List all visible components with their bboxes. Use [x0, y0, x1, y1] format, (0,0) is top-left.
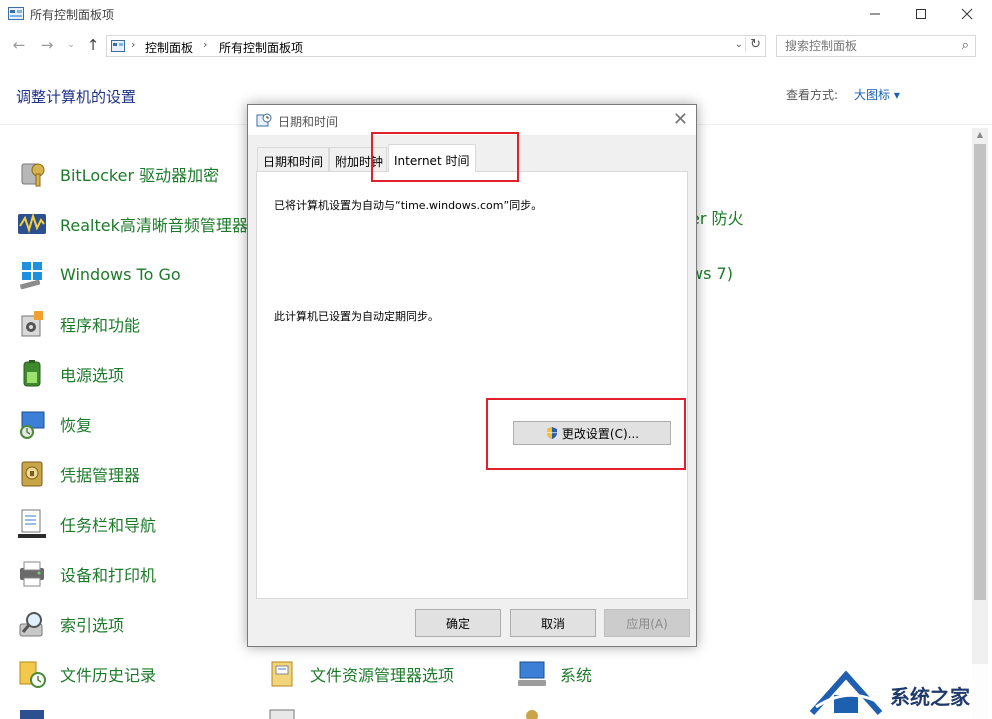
date-time-dialog: 日期和时间 ✕ 日期和时间 附加时钟 Internet 时间 已将计算机设置为自…: [247, 104, 697, 647]
back-arrow-icon[interactable]: ←: [10, 36, 28, 54]
user-accounts-icon: [526, 710, 538, 719]
watermark: 系统之家: [800, 664, 992, 719]
minimize-icon: [870, 13, 880, 15]
item-label: BitLocker 驱动器加密: [60, 166, 220, 185]
minimize-button[interactable]: [852, 0, 898, 28]
control-panel-window: 所有控制面板项 ← → ⌄ ↑ › 控制面板 › 所有控制面板项 ⌄ ↻ ⌕ 调…: [0, 0, 992, 719]
auto-sync-text: 此计算机已设置为自动定期同步。: [274, 310, 439, 323]
item-indexing-options[interactable]: 索引选项: [16, 608, 124, 640]
maximize-icon: [916, 9, 926, 19]
close-icon[interactable]: ✕: [673, 109, 688, 130]
address-bar[interactable]: › 控制面板 › 所有控制面板项 ⌄ ↻: [106, 35, 766, 57]
view-by-dropdown[interactable]: 大图标 ▾: [854, 86, 900, 103]
credential-manager-icon: [21, 461, 43, 487]
recovery-icon: [20, 411, 45, 439]
button-highlight-box: [486, 398, 686, 470]
breadcrumb-separator-icon: ›: [203, 38, 208, 51]
item-label: 凭据管理器: [60, 466, 141, 485]
item-label: 系统: [560, 666, 593, 685]
house-logo-icon: [809, 670, 883, 716]
forward-arrow-icon[interactable]: →: [38, 36, 56, 54]
scrollbar-thumb[interactable]: [974, 144, 986, 600]
item-label: 索引选项: [60, 616, 125, 635]
sync-status-text: 已将计算机设置为自动与“time.windows.com”同步。: [274, 199, 543, 212]
item-label: Realtek高清晰音频管理器: [60, 216, 248, 235]
indexing-options-icon: [19, 612, 43, 637]
item-label: 电源选项: [60, 366, 125, 385]
control-panel-icon: [111, 40, 125, 52]
item-label: 文件资源管理器选项: [310, 666, 455, 685]
devices-printers-icon: [20, 561, 44, 587]
power-options-icon: [23, 360, 41, 387]
recent-chevron-icon[interactable]: ⌄: [62, 36, 80, 54]
breadcrumb-separator-icon: ›: [131, 38, 136, 51]
item-credential-manager[interactable]: 凭据管理器: [16, 458, 140, 490]
item-label: 恢复: [60, 416, 93, 435]
search-icon[interactable]: ⌕: [962, 38, 969, 53]
cancel-button[interactable]: 取消: [510, 609, 596, 637]
item-label: 任务栏和导航: [60, 516, 157, 535]
item-system[interactable]: 系统: [516, 658, 592, 690]
control-panel-icon: [8, 7, 24, 20]
refresh-icon[interactable]: ↻: [745, 37, 761, 52]
item-file-explorer-options[interactable]: 文件资源管理器选项: [266, 658, 454, 690]
file-explorer-options-icon: [271, 661, 293, 687]
breadcrumb-all-items[interactable]: 所有控制面板项: [219, 39, 303, 56]
close-button[interactable]: [944, 0, 990, 28]
breadcrumb-control-panel[interactable]: 控制面板: [145, 39, 193, 56]
ok-button[interactable]: 确定: [415, 609, 501, 637]
item-label: 设备和打印机: [60, 566, 157, 585]
display-icon: [269, 709, 295, 719]
item-file-history[interactable]: 文件历史记录: [16, 658, 156, 690]
page-heading: 调整计算机的设置: [16, 88, 137, 106]
maximize-button[interactable]: [898, 0, 944, 28]
tab-highlight-box: [371, 132, 519, 182]
scroll-up-arrow-icon[interactable]: ▲: [972, 128, 988, 142]
item-label: Windows To Go: [60, 264, 181, 284]
file-history-icon: [19, 661, 46, 688]
device-manager-icon: [20, 710, 44, 719]
taskbar-navigation-icon: [18, 509, 46, 538]
realtek-audio-icon: [18, 212, 46, 234]
item-recovery[interactable]: 恢复: [16, 408, 92, 440]
close-icon: [961, 8, 973, 20]
clock-icon: [256, 113, 272, 127]
apply-button[interactable]: 应用(A): [604, 609, 690, 637]
item-firewall-partial[interactable]: er 防火: [690, 205, 744, 229]
item-partial-bottom[interactable]: [16, 706, 60, 719]
search-box[interactable]: ⌕: [776, 35, 976, 57]
dialog-title-bar: 日期和时间 ✕: [248, 105, 696, 135]
item-taskbar-navigation[interactable]: 任务栏和导航: [16, 508, 156, 540]
item-partial-bottom[interactable]: [516, 706, 560, 719]
bitlocker-icon: [21, 163, 45, 187]
item-label: 程序和功能: [60, 316, 141, 335]
item-bitlocker[interactable]: BitLocker 驱动器加密: [16, 158, 219, 190]
item-partial-bottom[interactable]: [266, 706, 310, 719]
programs-features-icon: [21, 311, 43, 337]
item-programs-features[interactable]: 程序和功能: [16, 308, 140, 340]
title-bar: 所有控制面板项: [0, 0, 992, 28]
dialog-title: 日期和时间: [278, 115, 339, 129]
system-icon: [518, 661, 546, 686]
address-dropdown-icon[interactable]: ⌄: [735, 39, 743, 50]
item-realtek-audio[interactable]: Realtek高清晰音频管理器: [16, 208, 248, 240]
item-windows-to-go[interactable]: Windows To Go: [16, 258, 181, 290]
watermark-text: 系统之家: [890, 685, 970, 709]
up-arrow-icon[interactable]: ↑: [84, 36, 102, 54]
windows-to-go-icon: [20, 262, 42, 290]
item-power-options[interactable]: 电源选项: [16, 358, 124, 390]
search-input[interactable]: [777, 36, 947, 56]
item-label: 文件历史记录: [60, 666, 157, 685]
tab-date-time[interactable]: 日期和时间: [257, 147, 329, 171]
internet-time-panel: 已将计算机设置为自动与“time.windows.com”同步。 此计算机已设置…: [256, 171, 688, 599]
view-by-label: 查看方式:: [786, 88, 839, 102]
item-devices-printers[interactable]: 设备和打印机: [16, 558, 156, 590]
window-title: 所有控制面板项: [30, 8, 115, 22]
